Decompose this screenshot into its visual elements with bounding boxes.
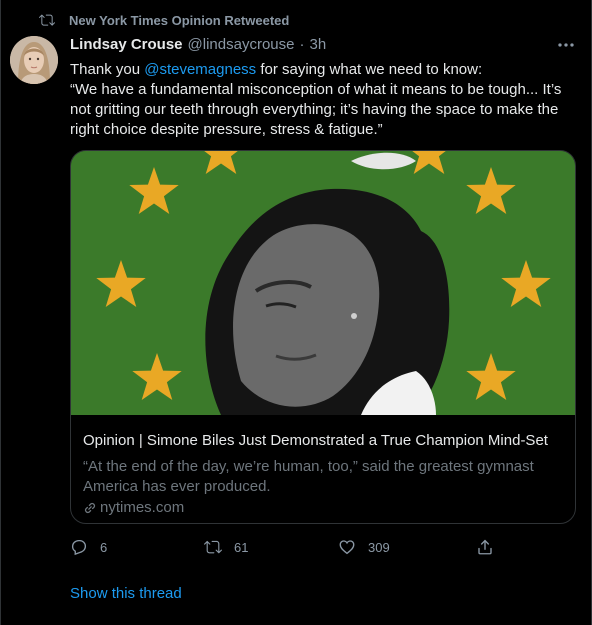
reply-icon bbox=[71, 539, 87, 556]
tweet-text-prefix: Thank you bbox=[70, 61, 145, 78]
author-handle[interactable]: @lindsaycrouse bbox=[188, 36, 295, 53]
tweet-quote: “We have a fundamental misconception of … bbox=[70, 81, 562, 138]
reply-button[interactable]: 6 bbox=[70, 538, 107, 556]
tweet-intro-line: Thank you @stevemagness for saying what … bbox=[70, 60, 580, 80]
more-options-button[interactable] bbox=[555, 38, 577, 52]
tweet-container[interactable]: New York Times Opinion Retweeted Lindsay… bbox=[0, 0, 592, 625]
retweet-context-text[interactable]: New York Times Opinion Retweeted bbox=[69, 13, 289, 28]
mention-link[interactable]: @stevemagness bbox=[144, 61, 256, 78]
tweet-header: Lindsay Crouse @lindsaycrouse · 3h bbox=[70, 36, 326, 53]
show-thread-link[interactable]: Show this thread bbox=[70, 585, 182, 602]
retweet-icon bbox=[39, 14, 55, 26]
tweet-actions: 6 61 309 bbox=[1, 538, 592, 558]
card-description: “At the end of the day, we’re human, too… bbox=[83, 458, 534, 495]
card-image[interactable] bbox=[71, 151, 575, 415]
card-body: Opinion | Simone Biles Just Demonstrated… bbox=[83, 431, 563, 516]
avatar[interactable] bbox=[10, 36, 58, 84]
link-card[interactable]: Opinion | Simone Biles Just Demonstrated… bbox=[70, 150, 576, 524]
like-button[interactable]: 309 bbox=[338, 538, 390, 556]
reply-count: 6 bbox=[100, 539, 108, 555]
link-icon bbox=[84, 502, 96, 513]
retweet-count: 61 bbox=[234, 539, 249, 555]
share-icon bbox=[478, 539, 492, 555]
card-domain-text: nytimes.com bbox=[100, 499, 185, 516]
retweet-context: New York Times Opinion Retweeted bbox=[39, 11, 289, 29]
heart-icon bbox=[339, 540, 355, 555]
like-count: 309 bbox=[368, 539, 390, 555]
author-name[interactable]: Lindsay Crouse bbox=[70, 36, 183, 53]
retweet-action-icon bbox=[204, 540, 222, 554]
retweet-button[interactable]: 61 bbox=[204, 538, 248, 556]
more-icon bbox=[558, 43, 574, 47]
share-button[interactable] bbox=[476, 538, 494, 556]
tweet-timestamp[interactable]: 3h bbox=[309, 36, 326, 53]
separator-dot: · bbox=[299, 36, 305, 53]
card-domain: nytimes.com bbox=[83, 499, 563, 516]
tweet-text: Thank you @stevemagness for saying what … bbox=[70, 60, 580, 140]
tweet-text-suffix: for saying what we need to know: bbox=[256, 61, 483, 78]
card-title[interactable]: Opinion | Simone Biles Just Demonstrated… bbox=[83, 431, 563, 451]
